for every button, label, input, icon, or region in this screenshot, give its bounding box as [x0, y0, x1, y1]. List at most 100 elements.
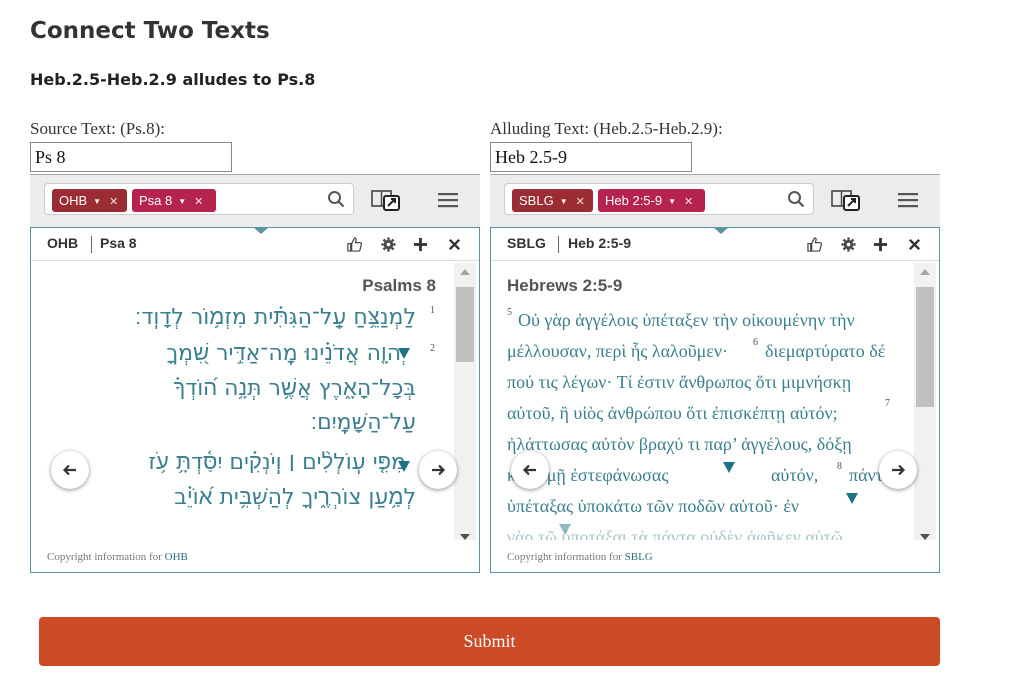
alluding-passage-pane: SBLG Heb 2:5-9 Hebrews 2:5-9 5 Οὐ γὰρ ἀγ…: [490, 227, 940, 573]
verse-line[interactable]: Οὐ γὰρ ἀγγέλοις ὑπέταξεν τὴν οἰκουμένην …: [518, 310, 855, 331]
verse-line[interactable]: αὐτόν,: [771, 465, 818, 486]
verse-number: 5: [507, 307, 512, 318]
copyright-text: Copyright information for: [47, 551, 162, 563]
previous-chapter-button[interactable]: [511, 451, 549, 489]
alluding-scrollbar[interactable]: [914, 263, 936, 540]
header-divider: [91, 236, 92, 253]
thumbs-up-icon[interactable]: [347, 237, 362, 252]
alluding-bible-panel: SBLG ▼ ✕ Heb 2:5-9 ▼ ✕ SBLG Heb 2:5-9 Hebrew…: [490, 174, 940, 573]
arrow-right-icon: [432, 464, 446, 476]
verse-line[interactable]: ἠλάττωσας αὐτὸν βραχύ τι παρ’ ἀγγέλους, …: [507, 434, 852, 455]
caret-down-icon[interactable]: ▼: [668, 197, 676, 206]
pane-reference-label[interactable]: Psa 8: [100, 235, 137, 251]
submit-button[interactable]: Submit: [39, 617, 940, 666]
alluding-text-label: Alluding Text: (Heb.2.5-Heb.2.9):: [490, 119, 723, 138]
alluding-text-input[interactable]: [490, 142, 692, 172]
copyright-link[interactable]: OHB: [165, 551, 188, 563]
remove-tag-icon[interactable]: ✕: [109, 196, 118, 208]
layout-share-icon[interactable]: [371, 188, 401, 212]
pane-version-label[interactable]: OHB: [47, 235, 78, 251]
verse-number: 1: [430, 305, 435, 316]
search-icon[interactable]: [327, 190, 345, 208]
close-icon[interactable]: [907, 237, 922, 252]
source-text-label: Source Text: (Ps.8):: [30, 119, 165, 138]
source-version-tag[interactable]: OHB ▼ ✕: [52, 189, 127, 212]
alluding-verse-text: Hebrews 2:5-9 5 Οὐ γὰρ ἀγγέλοις ὑπέταξεν…: [491, 262, 914, 540]
source-scrollbar[interactable]: [454, 263, 476, 540]
remove-tag-icon[interactable]: ✕: [194, 196, 203, 208]
verse-line[interactable]: πού τις λέγων· Τί ἐστιν ἄνθρωπος ὅτι μιμ…: [507, 372, 851, 393]
chapter-title: Psalms 8: [362, 276, 436, 295]
gear-icon[interactable]: [381, 237, 396, 252]
copyright-link[interactable]: SBLG: [625, 551, 653, 563]
alluding-panel-toolbar: SBLG ▼ ✕ Heb 2:5-9 ▼ ✕: [490, 174, 940, 227]
gear-icon[interactable]: [841, 237, 856, 252]
alluding-search-box[interactable]: SBLG ▼ ✕ Heb 2:5-9 ▼ ✕: [504, 183, 814, 215]
verse-number: 2: [430, 343, 435, 354]
caret-down-icon[interactable]: ▼: [93, 197, 101, 206]
plus-icon[interactable]: [873, 237, 888, 252]
page-subtitle: Heb.2.5-Heb.2.9 alludes to Ps.8: [30, 70, 316, 89]
alluding-pane-header: SBLG Heb 2:5-9: [491, 228, 939, 261]
verse-line[interactable]: αὐτοῦ, ἢ υἱὸς ἀνθρώπου ὅτι ἐπισκέπτῃ αὐτ…: [507, 403, 838, 424]
copyright-text: Copyright information for: [507, 551, 622, 563]
alluding-version-tag[interactable]: SBLG ▼ ✕: [512, 189, 593, 212]
verse-line[interactable]: γὰρ τῷ ὑποτάξαι τὰ πάντα οὐδὲν ἀφῆκεν αὐ…: [507, 527, 843, 540]
tag-label: Psa 8: [139, 193, 173, 208]
source-bible-panel: OHB ▼ ✕ Psa 8 ▼ ✕ OHB Psa 8 Psalms 8 לַמְנַצ…: [30, 174, 480, 573]
verse-number: 8: [837, 461, 842, 472]
menu-icon[interactable]: [898, 192, 918, 208]
close-icon[interactable]: [447, 237, 462, 252]
verse-line[interactable]: ὑπέταξας ὑποκάτω τῶν ποδῶν αὐτοῦ· ἐν: [507, 496, 799, 517]
source-passage-tag[interactable]: Psa 8 ▼ ✕: [132, 189, 216, 212]
menu-icon[interactable]: [438, 192, 458, 208]
verse-line[interactable]: עַל־הַשָּׁמָֽיִם׃: [311, 410, 416, 435]
pane-reference-label[interactable]: Heb 2:5-9: [568, 235, 631, 251]
verse-line[interactable]: לַמְנַצֵּ֥חַ עַֽל־הַגִּתִּ֗ית מִזְמ֥וֹר …: [135, 304, 416, 330]
header-divider: [558, 236, 559, 253]
plus-icon[interactable]: [413, 237, 428, 252]
thumbs-up-icon[interactable]: [807, 237, 822, 252]
scroll-thumb[interactable]: [916, 287, 934, 407]
cross-reference-marker[interactable]: [559, 524, 571, 535]
cross-reference-marker[interactable]: [723, 462, 735, 473]
layout-share-icon[interactable]: [831, 188, 861, 212]
cross-reference-marker[interactable]: [398, 348, 410, 359]
verse-number: 7: [885, 398, 890, 409]
verse-line[interactable]: לְמַ֥עַן צוֹרְרֶ֑יךָ לְהַשְׁבִּ֥ית א֝וֹי…: [174, 484, 416, 510]
verse-number: 6: [753, 337, 758, 348]
scroll-up-arrow[interactable]: [920, 269, 930, 275]
caret-down-icon[interactable]: ▼: [178, 197, 186, 206]
next-chapter-button[interactable]: [419, 451, 457, 489]
page-title: Connect Two Texts: [30, 18, 270, 44]
verse-line[interactable]: בְּכָל־הָאָ֑רֶץ אֲשֶׁ֥ר תְּנָ֥ה ה֝וֹדְךָ…: [173, 375, 416, 401]
remove-tag-icon[interactable]: ✕: [684, 196, 693, 208]
verse-line[interactable]: יְהוָ֤ה אֲדֹנֵ֗ינוּ מָֽה־אַדִּ֣יר שִׁ֭מְ…: [166, 340, 406, 366]
tag-label: SBLG: [519, 193, 554, 208]
caret-down-icon[interactable]: ▼: [560, 197, 568, 206]
scroll-down-arrow[interactable]: [920, 534, 930, 540]
verse-line[interactable]: μέλλουσαν, περὶ ἧς λαλοῦμεν·: [507, 341, 728, 362]
source-copyright: Copyright information for OHB: [47, 551, 188, 563]
remove-tag-icon[interactable]: ✕: [576, 196, 585, 208]
verse-line[interactable]: διεμαρτύρατο δέ: [765, 341, 885, 362]
scroll-up-arrow[interactable]: [460, 269, 470, 275]
arrow-left-icon: [62, 464, 76, 476]
previous-chapter-button[interactable]: [51, 451, 89, 489]
chapter-title: Hebrews 2:5-9: [507, 276, 623, 295]
cross-reference-marker[interactable]: [398, 461, 410, 472]
next-chapter-button[interactable]: [879, 451, 917, 489]
cross-reference-marker[interactable]: [846, 493, 858, 504]
scroll-down-arrow[interactable]: [460, 534, 470, 540]
arrow-right-icon: [892, 464, 906, 476]
source-verse-text: Psalms 8 לַמְנַצֵּ֥חַ עַֽל־הַגִּתִּ֗ית מ…: [31, 262, 454, 540]
verse-line[interactable]: מִפִּ֤י עֽוֹלְלִ֨ים ׀ וְֽיֹנְקִ֗ים יִסַּ…: [148, 449, 406, 475]
source-text-input[interactable]: [30, 142, 232, 172]
search-icon[interactable]: [787, 190, 805, 208]
source-passage-pane: OHB Psa 8 Psalms 8 לַמְנַצֵּ֥חַ עַֽל־הַג…: [30, 227, 480, 573]
source-panel-toolbar: OHB ▼ ✕ Psa 8 ▼ ✕: [30, 174, 480, 227]
pane-version-label[interactable]: SBLG: [507, 235, 546, 251]
source-search-box[interactable]: OHB ▼ ✕ Psa 8 ▼ ✕: [44, 183, 354, 215]
scroll-thumb[interactable]: [456, 287, 474, 362]
alluding-passage-tag[interactable]: Heb 2:5-9 ▼ ✕: [598, 189, 705, 212]
